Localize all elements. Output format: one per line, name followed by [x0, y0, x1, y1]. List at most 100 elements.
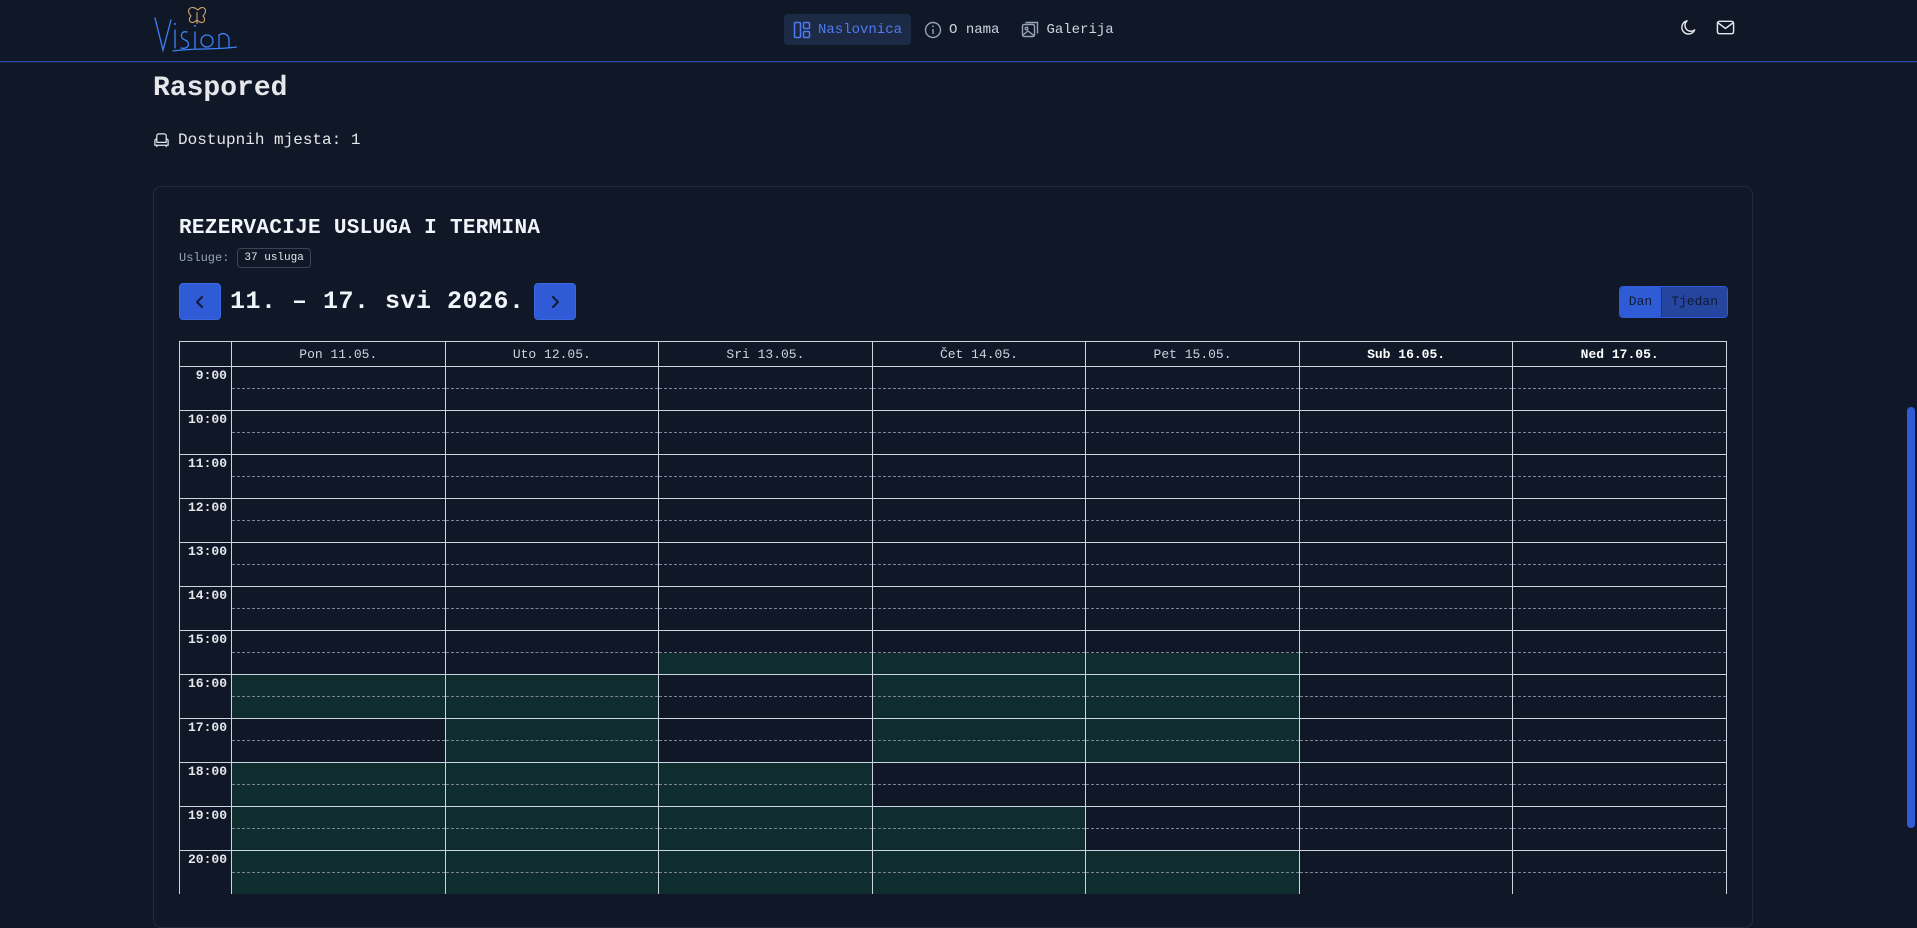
time-slot[interactable] — [871, 520, 1087, 543]
time-slot[interactable] — [444, 454, 660, 477]
time-slot[interactable] — [658, 608, 873, 631]
time-slot[interactable] — [1512, 520, 1727, 543]
time-slot-occupied[interactable] — [444, 762, 660, 785]
time-slot-occupied[interactable] — [871, 740, 1087, 763]
time-slot[interactable] — [1298, 630, 1514, 653]
time-slot[interactable] — [1298, 850, 1514, 873]
time-slot[interactable] — [444, 586, 660, 609]
time-slot[interactable] — [658, 366, 873, 389]
time-slot[interactable] — [1512, 652, 1727, 675]
time-slot[interactable] — [871, 476, 1087, 499]
view-week-button[interactable]: Tjedan — [1661, 287, 1727, 317]
time-slot[interactable] — [1298, 806, 1514, 829]
time-slot[interactable] — [871, 410, 1087, 433]
time-slot[interactable] — [231, 564, 446, 587]
time-slot[interactable] — [1085, 520, 1300, 543]
time-slot[interactable] — [1298, 476, 1514, 499]
time-slot[interactable] — [444, 476, 660, 499]
time-slot[interactable] — [1298, 586, 1514, 609]
time-slot[interactable] — [1298, 388, 1514, 411]
time-slot[interactable] — [658, 564, 873, 587]
time-slot[interactable] — [658, 476, 873, 499]
time-slot[interactable] — [1512, 806, 1727, 829]
time-slot-occupied[interactable] — [1085, 740, 1300, 763]
time-slot[interactable] — [1512, 410, 1727, 433]
time-slot-occupied[interactable] — [444, 806, 660, 829]
time-slot[interactable] — [231, 498, 446, 521]
time-slot-occupied[interactable] — [1085, 850, 1300, 873]
nav-link-galerija[interactable]: Galerija — [1012, 14, 1122, 45]
next-week-button[interactable] — [533, 283, 576, 320]
time-slot[interactable] — [1512, 674, 1727, 697]
time-slot[interactable] — [231, 652, 446, 675]
time-slot[interactable] — [1298, 652, 1514, 675]
time-slot-occupied[interactable] — [658, 850, 873, 873]
time-slot-occupied[interactable] — [658, 762, 873, 785]
time-slot-occupied[interactable] — [1085, 652, 1300, 675]
time-slot[interactable] — [231, 476, 446, 499]
time-slot-occupied[interactable] — [444, 696, 660, 719]
time-slot-occupied[interactable] — [231, 674, 446, 697]
time-slot-occupied[interactable] — [231, 696, 446, 719]
time-slot[interactable] — [1512, 366, 1727, 389]
time-slot[interactable] — [1085, 586, 1300, 609]
time-slot[interactable] — [658, 740, 873, 763]
time-slot-occupied[interactable] — [871, 872, 1087, 894]
time-slot[interactable] — [1085, 388, 1300, 411]
time-slot[interactable] — [1298, 696, 1514, 719]
time-slot[interactable] — [1512, 630, 1727, 653]
time-slot[interactable] — [1298, 454, 1514, 477]
time-slot[interactable] — [871, 608, 1087, 631]
time-slot[interactable] — [1512, 784, 1727, 807]
time-slot-occupied[interactable] — [871, 828, 1087, 851]
time-slot[interactable] — [1512, 872, 1727, 894]
time-slot-occupied[interactable] — [871, 652, 1087, 675]
time-slot[interactable] — [1512, 850, 1727, 873]
time-slot[interactable] — [231, 454, 446, 477]
time-slot[interactable] — [1512, 608, 1727, 631]
time-slot[interactable] — [444, 608, 660, 631]
time-slot[interactable] — [1512, 542, 1727, 565]
time-slot-occupied[interactable] — [871, 674, 1087, 697]
time-slot[interactable] — [658, 388, 873, 411]
time-slot[interactable] — [231, 542, 446, 565]
time-slot[interactable] — [444, 498, 660, 521]
previous-week-button[interactable] — [179, 283, 221, 320]
time-slot[interactable] — [1512, 498, 1727, 521]
time-slot-occupied[interactable] — [231, 872, 446, 894]
time-slot[interactable] — [871, 762, 1087, 785]
view-day-button[interactable]: Dan — [1619, 287, 1662, 317]
time-slot-occupied[interactable] — [444, 872, 660, 894]
time-slot[interactable] — [1298, 828, 1514, 851]
time-slot[interactable] — [1085, 784, 1300, 807]
time-slot[interactable] — [1085, 476, 1300, 499]
time-slot[interactable] — [658, 432, 873, 455]
time-slot[interactable] — [444, 542, 660, 565]
time-slot[interactable] — [444, 564, 660, 587]
time-slot[interactable] — [231, 410, 446, 433]
time-slot[interactable] — [1512, 476, 1727, 499]
time-slot-occupied[interactable] — [658, 806, 873, 829]
time-slot[interactable] — [1512, 828, 1727, 851]
time-slot[interactable] — [658, 542, 873, 565]
time-slot[interactable] — [1085, 828, 1300, 851]
time-slot-occupied[interactable] — [1085, 696, 1300, 719]
nav-link-naslovnica[interactable]: Naslovnica — [784, 14, 912, 45]
time-slot[interactable] — [871, 630, 1087, 653]
time-slot[interactable] — [658, 630, 873, 653]
time-slot[interactable] — [658, 454, 873, 477]
time-slot-occupied[interactable] — [444, 718, 660, 741]
time-slot[interactable] — [1298, 784, 1514, 807]
time-slot[interactable] — [1512, 454, 1727, 477]
time-slot[interactable] — [1298, 366, 1514, 389]
time-slot-occupied[interactable] — [444, 850, 660, 873]
time-slot[interactable] — [1085, 366, 1300, 389]
time-slot[interactable] — [871, 564, 1087, 587]
time-slot[interactable] — [231, 718, 446, 741]
nav-link-o-nama[interactable]: O nama — [915, 14, 1008, 45]
time-slot-occupied[interactable] — [658, 784, 873, 807]
time-slot[interactable] — [871, 586, 1087, 609]
time-slot[interactable] — [1298, 520, 1514, 543]
time-slot[interactable] — [658, 718, 873, 741]
time-slot-occupied[interactable] — [231, 850, 446, 873]
